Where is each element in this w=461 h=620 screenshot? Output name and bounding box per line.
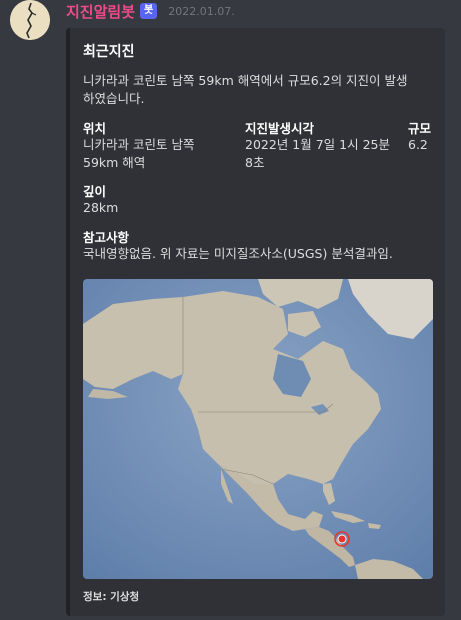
bot-badge: 봇 xyxy=(140,3,158,19)
earthquake-embed: 최근지진 니카라과 코린토 남쪽 59km 해역에서 규모6.2의 지진이 발생… xyxy=(66,28,445,616)
bot-avatar[interactable] xyxy=(10,0,50,40)
embed-title: 최근지진 xyxy=(83,44,135,60)
username[interactable]: 지진알림봇 xyxy=(66,1,135,22)
north-america-map xyxy=(83,279,433,579)
bot-avatar-icon xyxy=(10,0,50,40)
field-depth-value: 28km xyxy=(83,200,119,215)
field-location-value: 니카라과 코린토 남쪽 59km 해역 xyxy=(83,137,195,170)
earthquake-map-image[interactable] xyxy=(83,279,433,579)
timestamp: 2022.01.07. xyxy=(168,4,235,18)
field-location-name: 위치 xyxy=(83,121,107,136)
field-magnitude-value: 6.2 xyxy=(408,137,428,152)
message-header: 지진알림봇 봇 2022.01.07. xyxy=(66,1,235,21)
field-notes-value: 국내영향없음. 위 자료는 미지질조사소(USGS) 분석결과임. xyxy=(83,246,393,261)
field-magnitude-name: 규모 xyxy=(408,121,432,136)
field-time-name: 지진발생시각 xyxy=(245,121,315,136)
field-notes-name: 참고사항 xyxy=(83,230,130,245)
field-time-value: 2022년 1월 7일 1시 25분 8초 xyxy=(245,137,390,170)
embed-description: 니카라과 코린토 남쪽 59km 해역에서 규모6.2의 지진이 발생하였습니다… xyxy=(83,73,408,106)
field-depth-name: 깊이 xyxy=(83,184,107,199)
embed-footer: 정보: 기상청 xyxy=(83,591,140,603)
